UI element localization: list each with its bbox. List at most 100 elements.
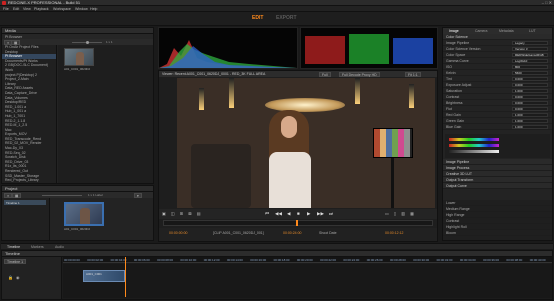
setting-label: Contrast <box>446 95 460 99</box>
setting-label: Kelvin <box>446 71 456 75</box>
timeline-tick-label: 00:00:12:00 <box>203 258 220 262</box>
app-icon <box>2 1 6 5</box>
pendant-lamp-right <box>355 78 360 104</box>
setting-label: Color Space <box>446 53 466 57</box>
setting-label: Color Science Version <box>446 47 481 51</box>
setting-value-field[interactable]: 1.000 <box>512 119 548 123</box>
viewer-image[interactable] <box>177 78 435 208</box>
go-to-end-button[interactable]: ⏭ <box>329 211 333 216</box>
timeline-tick-label: 00:00:40:00 <box>529 258 546 262</box>
view-mode-icons[interactable]: ▭ ▯ ▥ ▦ <box>385 211 416 216</box>
timecode-duration: 00:00:24:00 <box>283 231 302 235</box>
clip-path-label: [CLIP A001_C001_0620DJ_001] <box>213 231 264 235</box>
timeline-selector[interactable]: Timeline 1 <box>4 259 27 264</box>
timeline-tick-label: 00:00:20:00 <box>296 258 313 262</box>
mode-bar: EDIT EXPORT <box>0 12 554 26</box>
project-size-slider[interactable] <box>42 194 82 196</box>
setting-label: Image Pipeline <box>446 41 470 45</box>
timeline-panel: Timeline Timeline 1 🔒 ◉ 00:00:00:00 00:00… <box>1 250 553 300</box>
thumb-size-knob[interactable] <box>86 40 89 44</box>
project-menu-button[interactable]: ▾ <box>134 192 142 198</box>
gamma-gradient-slider[interactable] <box>449 144 499 147</box>
thumb-view-button[interactable]: ▦ <box>11 39 21 45</box>
scrubber-playhead[interactable] <box>296 220 298 226</box>
timeline-tick-label: 00:00:22:00 <box>320 258 336 262</box>
slate-label: Shoot Date <box>319 231 337 235</box>
woman-body <box>269 152 311 208</box>
timeline-clip[interactable]: A001_C001 <box>83 270 125 282</box>
setting-label: Exposure Adjust <box>446 83 472 87</box>
setting-value-field[interactable]: 1.000 <box>512 89 548 93</box>
tool-icons[interactable]: ▣ ◫ ⊞ ⊠ ▤ <box>162 211 203 216</box>
timecode-out[interactable]: 00:00:12:12 <box>385 231 404 235</box>
timecode-in[interactable]: 00:00:00:00 <box>169 231 188 235</box>
setting-value-field[interactable]: 0.000 <box>512 95 548 99</box>
project-clip-thumbnail[interactable] <box>64 202 104 226</box>
lift-gradient-slider[interactable] <box>449 138 499 141</box>
viewer-panel: Viewer: Recent:A001_C001_0620DJ_0001 - R… <box>158 70 438 242</box>
parade-scope <box>300 27 438 69</box>
setting-value-field[interactable]: 800 <box>512 65 548 69</box>
eye-icon[interactable]: ◉ <box>16 275 20 280</box>
project-grid-button[interactable]: ▦ <box>12 192 22 198</box>
project-bin-label: Timeline 1 <box>6 201 20 205</box>
setting-value-field[interactable]: Log3G10 <box>512 59 548 63</box>
timeline-tick-label: 00:00:34:00 <box>459 258 476 262</box>
stop-button[interactable]: ■ <box>297 211 300 216</box>
thumb-figure <box>76 52 84 65</box>
timeline-tick-label: 00:00:38:00 <box>506 258 523 262</box>
play-button[interactable]: ▶ <box>307 211 310 217</box>
window-controls[interactable]: – □ ✕ <box>542 1 552 5</box>
project-bin-item[interactable]: Timeline 1 <box>4 200 46 205</box>
setting-value-field[interactable]: 0.000 <box>512 77 548 81</box>
mode-edit-tab[interactable]: EDIT <box>252 15 263 21</box>
pendant-lamp-far <box>409 84 414 108</box>
setting-value-field[interactable]: 1.000 <box>512 113 548 117</box>
setting-label: Flut <box>446 107 452 111</box>
chair <box>191 144 251 208</box>
viewer-clip-name: Viewer: Recent:A001_C001_0620DJ_0001 - R… <box>162 72 266 76</box>
viewer-proxy-dropdown[interactable]: Full Decode Proxy HD <box>339 71 380 77</box>
step-forward-button[interactable]: ▶▶ <box>317 211 324 217</box>
gain-gradient-slider[interactable] <box>449 150 499 153</box>
bottom-tabs: Timeline Markers Audio <box>1 243 553 249</box>
setting-value-field[interactable]: 5600 <box>512 71 548 75</box>
setting-value-field[interactable]: Legacy <box>512 41 548 45</box>
timeline-tick-label: 00:00:06:00 <box>133 258 150 262</box>
step-back-button[interactable]: ◀◀ <box>275 211 282 217</box>
timeline-tick-label: 00:00:02:00 <box>87 258 104 262</box>
timeline-tick-label: 00:00:24:00 <box>343 258 360 262</box>
play-reverse-button[interactable]: ◀ <box>287 211 290 217</box>
lock-icon[interactable]: 🔒 <box>8 275 13 280</box>
setting-value-field[interactable]: 0.000 <box>512 101 548 105</box>
woman-face <box>281 116 297 138</box>
timeline-playhead[interactable] <box>125 257 126 297</box>
media-clip-thumbnail[interactable] <box>64 48 94 66</box>
image-panel: Image Camera Metadata LUT Color Science I… <box>442 27 553 241</box>
mirror-lights <box>265 98 345 112</box>
setting-value-field[interactable]: REDWideGamutRGB <box>512 53 548 57</box>
go-to-start-button[interactable]: ⏮ <box>265 211 269 216</box>
curve-list-item[interactable]: Bloom <box>443 230 552 236</box>
timeline-tick-label: 00:00:32:00 <box>436 258 453 262</box>
timeline-tick-label: 00:00:28:00 <box>390 258 406 262</box>
viewer-fit-dropdown[interactable]: Full <box>319 71 331 77</box>
viewer-scrubber[interactable] <box>163 220 433 226</box>
setting-label: Gamma Curve <box>446 59 469 63</box>
right-panel-list: Lower Medium Range High Range Contrast Highl… <box>443 200 552 240</box>
pendant-lamp-left <box>199 88 204 110</box>
setting-value-field[interactable]: 0.000 <box>512 83 548 87</box>
setting-value-field[interactable]: Version 3 <box>512 47 548 51</box>
project-list-button[interactable]: ≡ <box>4 192 13 198</box>
mode-export-tab[interactable]: EXPORT <box>276 15 297 21</box>
viewer-zoom-dropdown[interactable]: Fit 1:1 <box>405 71 421 77</box>
timeline-clip-label: A001_C001 <box>86 272 102 276</box>
settings-section-header[interactable]: Output Curve <box>443 183 552 189</box>
setting-label: Brightness <box>446 101 463 105</box>
setting-value-field[interactable]: 0.000 <box>512 107 548 111</box>
timeline-ruler[interactable]: 00:00:00:00 00:00:02:00 00:00:04:00 00:00:0… <box>63 257 552 263</box>
setting-label: ISO <box>446 65 453 69</box>
viewer-footer: 00:00:00:00 [CLIP A001_C001_0620DJ_001] … <box>159 228 437 241</box>
setting-value-field[interactable]: 1.000 <box>512 125 548 129</box>
timeline-tick-label: 00:00:14:00 <box>227 258 243 262</box>
